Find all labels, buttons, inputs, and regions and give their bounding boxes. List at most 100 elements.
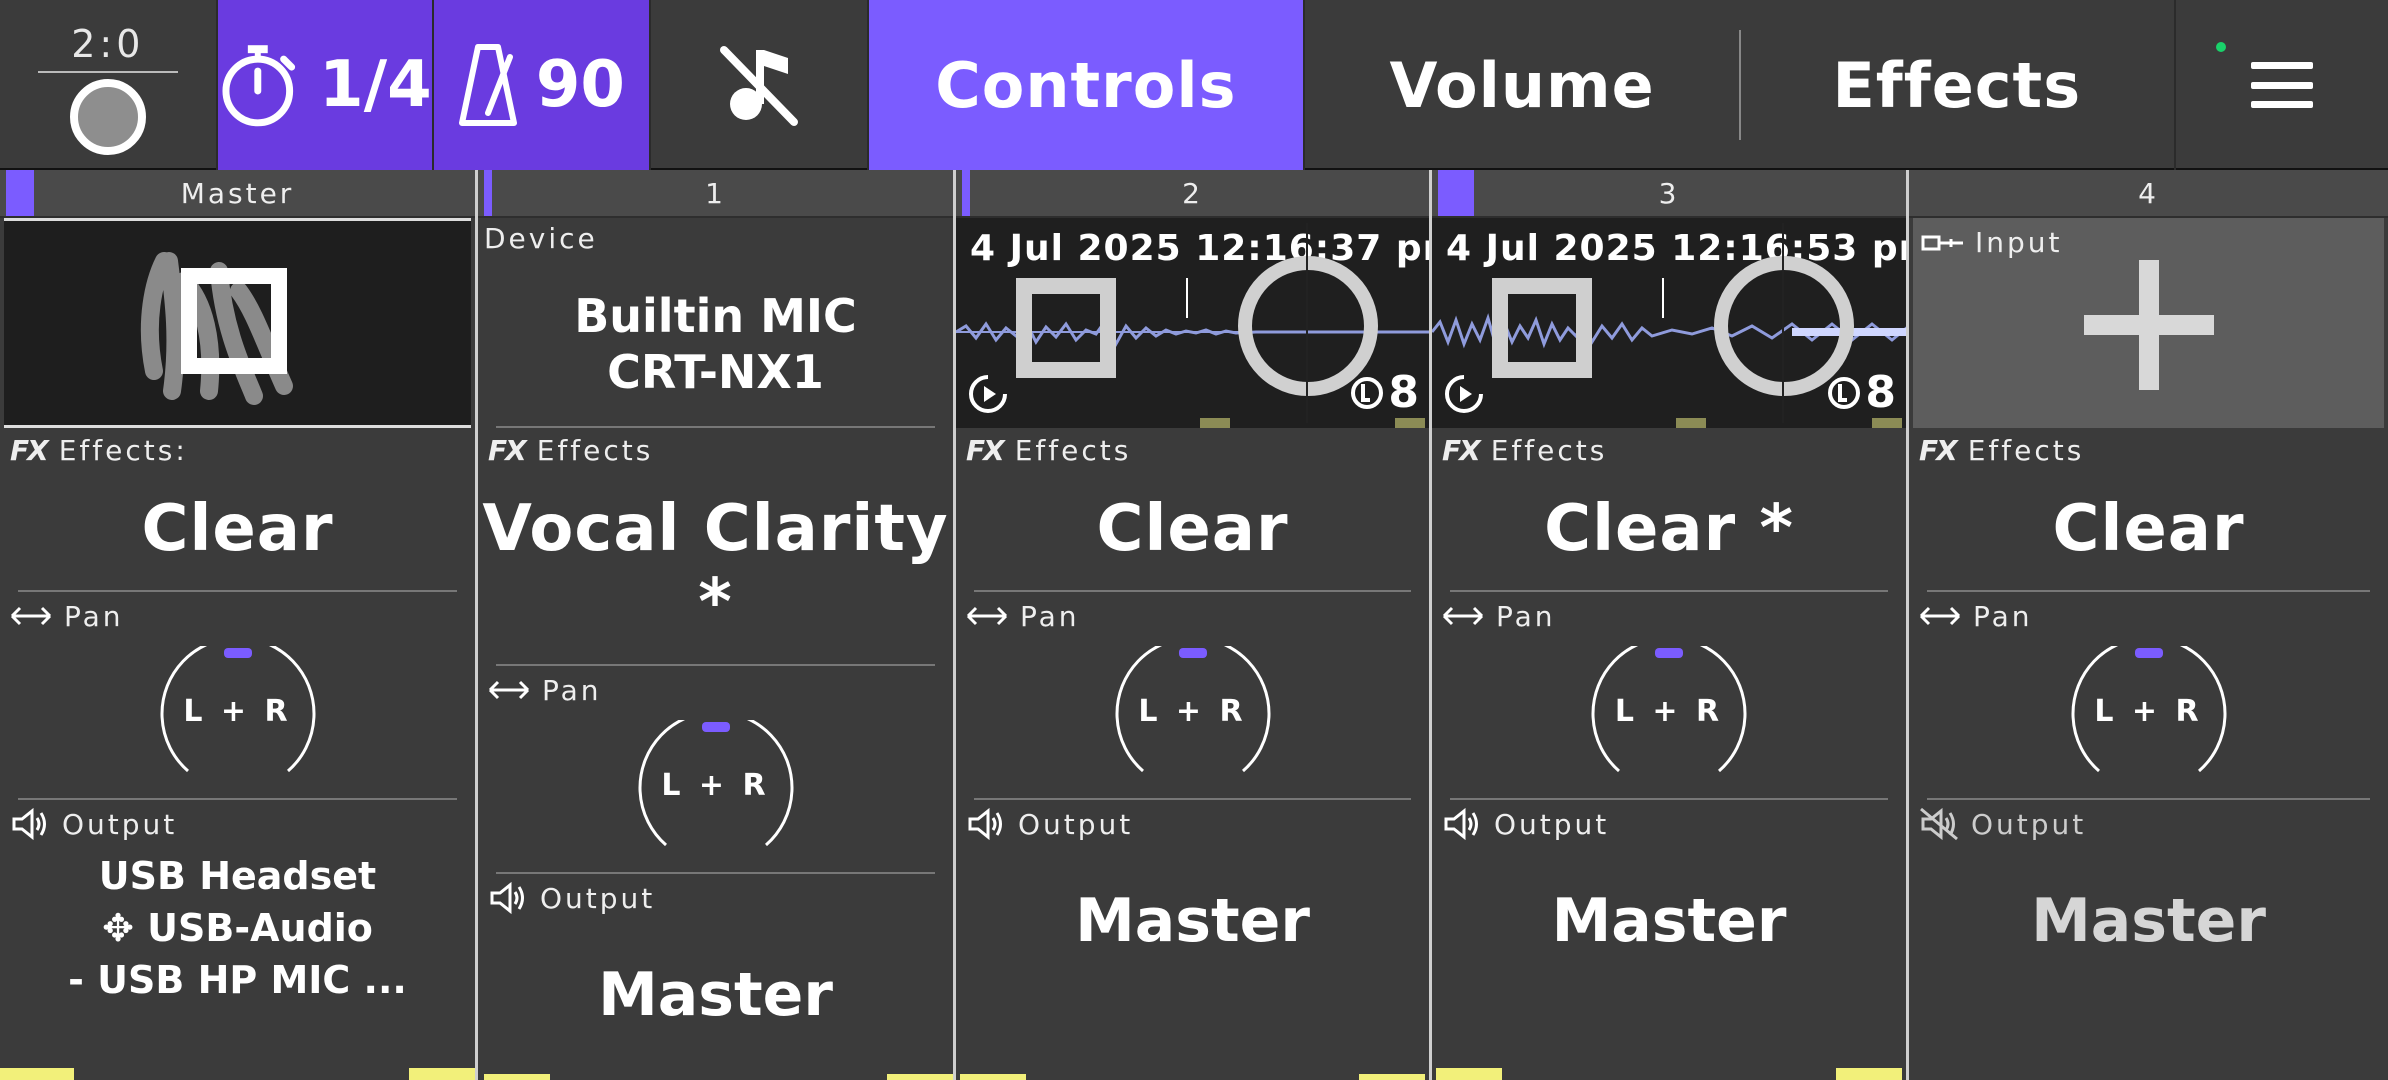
level-meter-left (0, 1068, 74, 1080)
pan-knob[interactable]: L + R (1432, 636, 1906, 786)
channel-3: 3 4 Jul 2025 12:16:53 pm 8 FX Effects Cl… (1429, 170, 1906, 1080)
tab-controls-label: Controls (935, 48, 1237, 122)
output-destination[interactable]: Master (1432, 886, 1906, 956)
status-dot (2216, 42, 2227, 52)
effects-preset[interactable]: Clear (0, 492, 475, 566)
speaker-icon (490, 881, 524, 915)
channel-name: 3 (1658, 176, 1680, 210)
level-meter-right (887, 1074, 953, 1080)
output-line: ✥ USB-Audio (102, 906, 373, 950)
recording-preview[interactable]: 4 Jul 2025 12:16:53 pm 8 (1432, 218, 1906, 428)
divider (1927, 590, 2370, 592)
music-off-icon (719, 46, 798, 126)
count-in-value: 1/4 (319, 48, 432, 122)
fx-icon: FX (1442, 433, 1481, 467)
divider (18, 798, 457, 800)
input-label: Input (1975, 226, 2063, 259)
pan-knob[interactable]: L + R (956, 636, 1429, 786)
master-record-preview[interactable] (4, 218, 471, 428)
output-label: Output (62, 807, 178, 841)
level-meter-right (1359, 1074, 1425, 1080)
channel-header[interactable]: 2 (956, 170, 1429, 218)
speaker-icon (1444, 807, 1478, 841)
input-plug-icon (1921, 235, 1963, 250)
device-model: CRT-NX1 (607, 345, 824, 399)
divider (18, 590, 457, 592)
recording-timestamp: 4 Jul 2025 12:16:37 pm (970, 228, 1429, 269)
output-device[interactable]: USB Headset ✥ USB-Audio - USB HP MIC ... (0, 850, 475, 1006)
loop-divider (1306, 223, 1308, 423)
tab-effects[interactable]: Effects (1739, 0, 2174, 170)
pan-arrows-icon (966, 606, 1008, 626)
channel-name: 1 (705, 176, 726, 210)
recording-preview[interactable]: 4 Jul 2025 12:16:37 pm 8 (956, 218, 1429, 428)
channel-name: Master (180, 176, 295, 210)
loop-timer-icon (969, 375, 1007, 413)
channel-header[interactable]: 3 (1432, 170, 1906, 218)
output-line: - USB HP MIC ... (68, 958, 407, 1002)
record-button[interactable]: 2:0 (0, 0, 218, 170)
marker (1676, 418, 1706, 428)
tempo-value: 90 (535, 48, 625, 122)
fx-icon: FX (1919, 433, 1958, 467)
fx-icon: FX (488, 433, 527, 467)
effects-section-label: FX Effects: (0, 430, 475, 470)
effects-label: Effects (1967, 433, 2085, 467)
effects-preset[interactable]: Clear (956, 492, 1429, 566)
channel-header[interactable]: 4 (1909, 170, 2388, 218)
speaker-muted-icon (1920, 807, 1958, 841)
pan-knob[interactable]: L + R (1909, 636, 2388, 786)
metronome-mute-button[interactable] (651, 0, 869, 170)
output-destination[interactable]: Master (1909, 886, 2388, 956)
channel-header[interactable]: 1 (478, 170, 953, 218)
channel-name: 2 (1182, 176, 1203, 210)
pan-section-label: Pan (0, 596, 475, 636)
hamburger-menu-icon (2251, 62, 2314, 108)
speaker-icon (968, 807, 1002, 841)
level-meter-left (960, 1074, 1026, 1080)
add-input-button[interactable]: Input (1913, 218, 2384, 428)
output-destination[interactable]: Master (478, 960, 953, 1030)
tab-controls[interactable]: Controls (868, 0, 1305, 170)
pan-value: L + R (1138, 694, 1247, 729)
counter-divider (37, 71, 178, 73)
top-bar: 2:0 1/4 90 Controls Volume Effects (0, 0, 2388, 170)
pan-value: L + R (183, 694, 292, 729)
metronome-icon (458, 44, 517, 126)
output-section-label: Output (1909, 804, 2388, 844)
effects-preset[interactable]: Clear (1909, 492, 2388, 566)
divider (1450, 798, 1888, 800)
output-destination[interactable]: Master (956, 886, 1429, 956)
level-meter-left (484, 1074, 550, 1080)
channel-master: Master FX Effects: Clear Pan L + R Outpu… (0, 170, 475, 1080)
effects-preset[interactable]: Vocal Clarity * (478, 492, 953, 640)
effects-preset[interactable]: Clear * (1432, 492, 1906, 566)
tab-volume-label: Volume (1389, 48, 1655, 122)
loop-count: 8 (1827, 367, 1896, 418)
effects-label: Effects (536, 433, 654, 467)
device-preview[interactable]: Device Builtin MIC CRT-NX1 (478, 218, 953, 428)
pan-section-label: Pan (956, 596, 1429, 636)
pan-knob[interactable]: L + R (478, 710, 953, 860)
menu-button[interactable] (2174, 0, 2388, 170)
pan-label: Pan (1496, 599, 1556, 633)
tempo-button[interactable]: 90 (433, 0, 652, 170)
pan-knob[interactable]: L + R (0, 636, 475, 786)
pan-arrows-icon (10, 606, 52, 626)
output-label: Output (540, 881, 656, 915)
loop-badge-icon (1351, 376, 1384, 409)
pan-section-label: Pan (1909, 596, 2388, 636)
count-in-button[interactable]: 1/4 (217, 0, 434, 170)
effects-section-label: FX Effects (1909, 430, 2388, 470)
loop-count-value: 8 (1865, 367, 1896, 418)
stop-icon (1016, 278, 1116, 378)
pan-arrows-icon (1442, 606, 1484, 626)
level-meter-right (1836, 1068, 1902, 1080)
output-label: Output (1971, 807, 2087, 841)
pan-label: Pan (1020, 599, 1080, 633)
channel-header[interactable]: Master (0, 170, 475, 218)
pan-arrows-icon (488, 680, 530, 700)
loop-count-value: 8 (1388, 367, 1419, 418)
tab-volume[interactable]: Volume (1305, 0, 1742, 170)
divider (974, 590, 1411, 592)
